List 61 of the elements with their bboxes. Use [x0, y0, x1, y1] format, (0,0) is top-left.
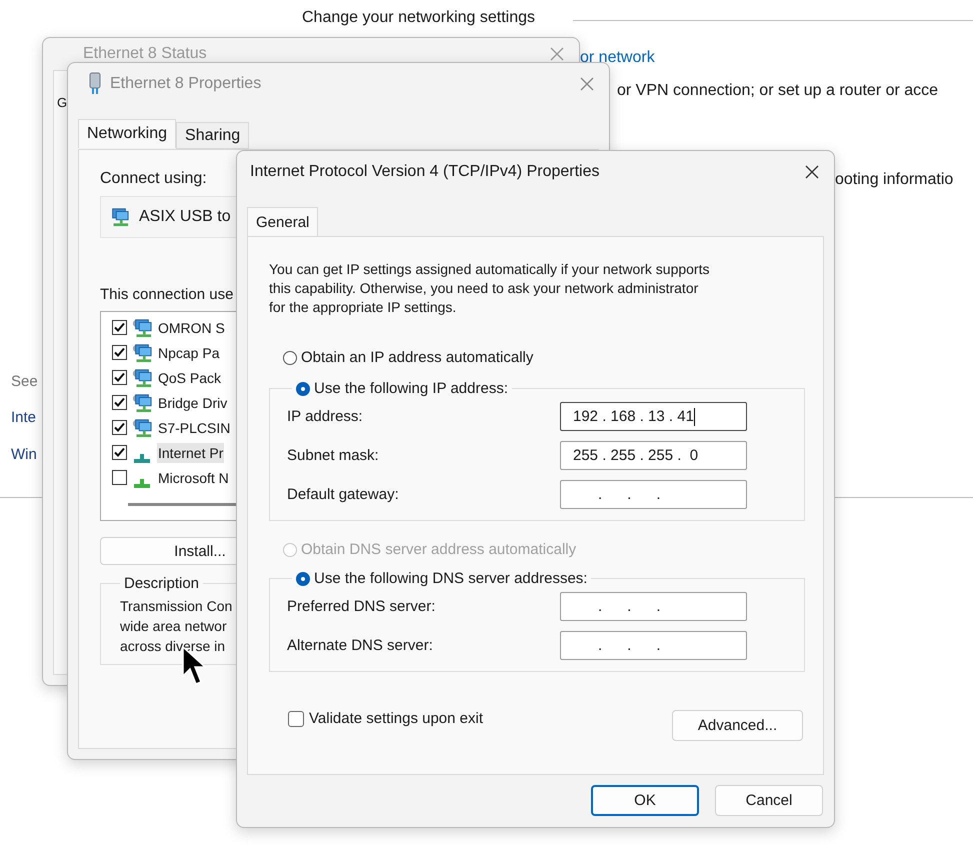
list-item[interactable]: Internet Pr [157, 442, 224, 462]
radio-button[interactable]: Use the following DNS server addresses: [296, 570, 588, 587]
field-label: IP address: [287, 408, 363, 425]
close-icon[interactable] [804, 164, 820, 180]
radio-button[interactable]: Use the following IP address: [296, 380, 508, 397]
ip-address-field[interactable]: 255 . 255 . 255 . 0 [560, 441, 747, 470]
advanced-button[interactable]: Advanced... [672, 710, 803, 741]
field-label: Subnet mask: [287, 447, 379, 464]
section-heading: Change your networking settings [302, 9, 536, 27]
plug-icon [88, 72, 102, 96]
dialog-button[interactable]: OK [591, 785, 699, 816]
window-title: Ethernet 8 Status [83, 45, 208, 63]
checkbox[interactable] [112, 470, 127, 485]
radio-button[interactable]: Obtain an IP address automatically [283, 349, 813, 366]
checkbox[interactable] [112, 370, 127, 385]
network-component-icon [132, 418, 152, 438]
validate-checkbox[interactable]: Validate settings upon exit [288, 710, 484, 727]
ip-address-field[interactable]: . . . [560, 592, 747, 621]
description-text: ooting informatio [835, 171, 954, 189]
field-label: Preferred DNS server: [287, 598, 436, 615]
ip-address-field[interactable]: 192 . 168 . 13 . 41 [560, 402, 747, 431]
list-item[interactable]: S7-PLCSIN [157, 418, 232, 438]
field-label: Alternate DNS server: [287, 637, 433, 654]
window-title: Internet Protocol Version 4 (TCP/IPv4) Properties [250, 163, 600, 181]
network-component-icon [134, 478, 150, 488]
checkbox[interactable] [112, 445, 127, 460]
checkbox[interactable] [112, 420, 127, 435]
list-item[interactable]: OMRON S [157, 318, 226, 338]
network-adapter-icon [109, 207, 129, 227]
network-component-icon [134, 454, 150, 462]
ip-address-field[interactable]: . . . [560, 480, 747, 509]
connect-using-label: Connect using: [100, 170, 207, 188]
link[interactable]: or network [580, 49, 655, 67]
checkbox[interactable] [112, 320, 127, 335]
list-item[interactable]: QoS Pack [157, 368, 222, 388]
section-title: See [11, 373, 38, 390]
network-component-icon [132, 368, 152, 388]
ip-address-field[interactable]: . . . [560, 631, 747, 660]
field-label: Default gateway: [287, 486, 399, 503]
network-component-icon [132, 392, 152, 412]
adapter-name: ASIX USB to [139, 208, 231, 226]
window-title: Ethernet 8 Properties [110, 75, 262, 93]
network-component-icon [132, 318, 152, 338]
checkbox[interactable] [112, 395, 127, 410]
description-text: Transmission Con wide area networ across diverse in [120, 597, 232, 656]
dialog-button[interactable]: Cancel [715, 785, 823, 816]
items-label: This connection use [100, 286, 234, 303]
list-item[interactable]: Bridge Driv [157, 392, 228, 412]
link[interactable]: Win [11, 446, 37, 463]
tab[interactable]: G [57, 95, 68, 110]
tab[interactable]: Networking [78, 119, 176, 148]
link[interactable]: Inte [11, 409, 36, 426]
network-component-icon [132, 342, 152, 362]
description-text: or VPN connection; or set up a router or acce [617, 82, 938, 100]
list-item[interactable]: Npcap Pa [157, 342, 220, 362]
tab[interactable]: Sharing [176, 122, 250, 149]
checkbox[interactable] [112, 345, 127, 360]
intro-text: You can get IP settings assigned automatically if your network supports this capability. Otherwise, you need to ask your network administrator for the appropriate IP settings. [269, 260, 710, 317]
tab[interactable]: General [247, 207, 318, 236]
group-title: Description [123, 575, 200, 592]
list-item[interactable]: Microsoft N [157, 468, 230, 488]
